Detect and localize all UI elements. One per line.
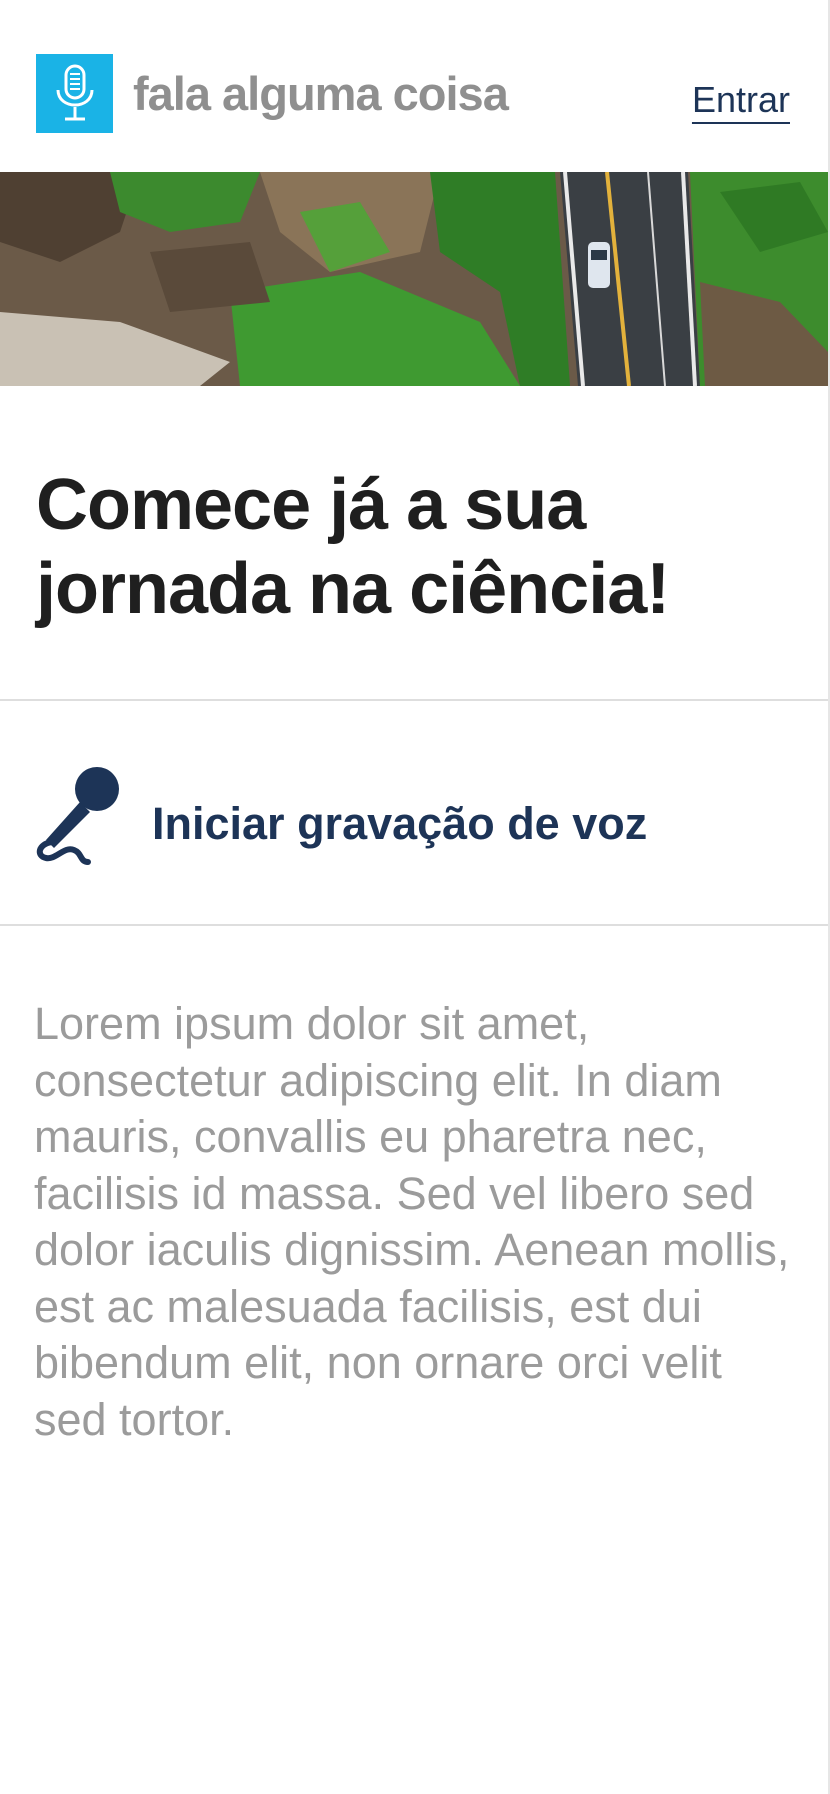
page-headline: Comece já a sua jornada na ciência!: [36, 465, 670, 629]
microphone-icon: [56, 64, 93, 120]
brand-name: fala alguma coisa: [133, 67, 509, 120]
start-voice-recording-label: Iniciar gravação de voz: [152, 798, 648, 849]
microphone-icon: [36, 767, 119, 865]
body-text: Lorem ipsum dolor sit amet, consectetur …: [34, 998, 790, 1445]
logo[interactable]: [36, 54, 113, 133]
hero-image: [0, 172, 828, 386]
login-link[interactable]: Entrar: [692, 78, 790, 122]
app-header: fala alguma coisa Entrar: [0, 0, 828, 172]
divider-bottom: [0, 924, 828, 926]
start-voice-recording-button[interactable]: Iniciar gravação de voz: [0, 702, 828, 924]
page: fala alguma coisa Entrar Comece já a sua: [0, 0, 830, 1794]
divider-top: [0, 699, 828, 701]
